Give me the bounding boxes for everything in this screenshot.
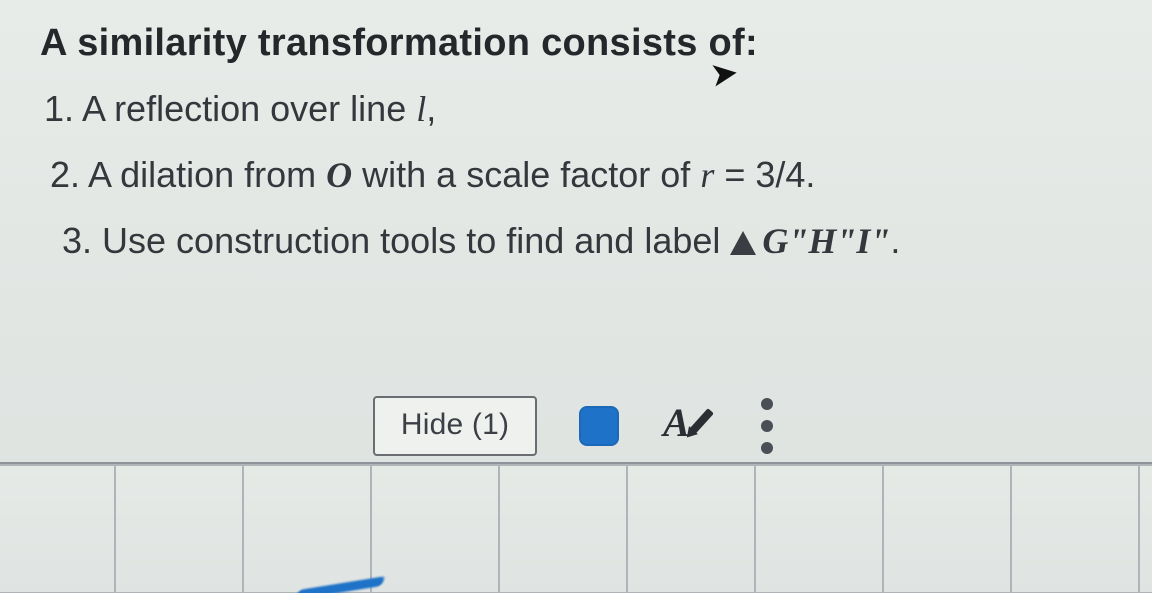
step2-var: r: [700, 155, 714, 195]
step2-center: O: [326, 155, 352, 195]
step1-var: l: [416, 89, 426, 129]
more-menu-icon[interactable]: [755, 396, 779, 456]
worksheet-page: A similarity transformation consists of:…: [0, 0, 1152, 593]
step1-suffix: ,: [426, 88, 436, 129]
step2-prefix: 2. A dilation from: [50, 154, 326, 195]
drawn-stroke: [300, 569, 390, 593]
hide-button[interactable]: Hide (1): [373, 396, 537, 456]
step-2: 2. A dilation from O with a scale factor…: [40, 149, 1122, 201]
step-3: 3. Use construction tools to find and la…: [40, 215, 1122, 267]
step-1: 1. A reflection over line l,: [40, 83, 1122, 135]
toolbar: Hide (1) A: [0, 390, 1152, 462]
step3-prefix: 3. Use construction tools to find and la…: [62, 220, 730, 261]
step2-mid: with a scale factor of: [352, 154, 700, 195]
step1-text: 1. A reflection over line: [44, 88, 416, 129]
step3-triangle-label: G"H"I": [762, 221, 890, 261]
text-annotation-tool[interactable]: A: [661, 403, 713, 449]
step2-eq: = 3/4.: [714, 154, 815, 195]
heading: A similarity transformation consists of:: [40, 22, 1122, 65]
triangle-icon: [730, 231, 756, 255]
grid-canvas[interactable]: [0, 462, 1152, 593]
color-swatch[interactable]: [579, 406, 619, 446]
step3-suffix: .: [890, 220, 900, 261]
